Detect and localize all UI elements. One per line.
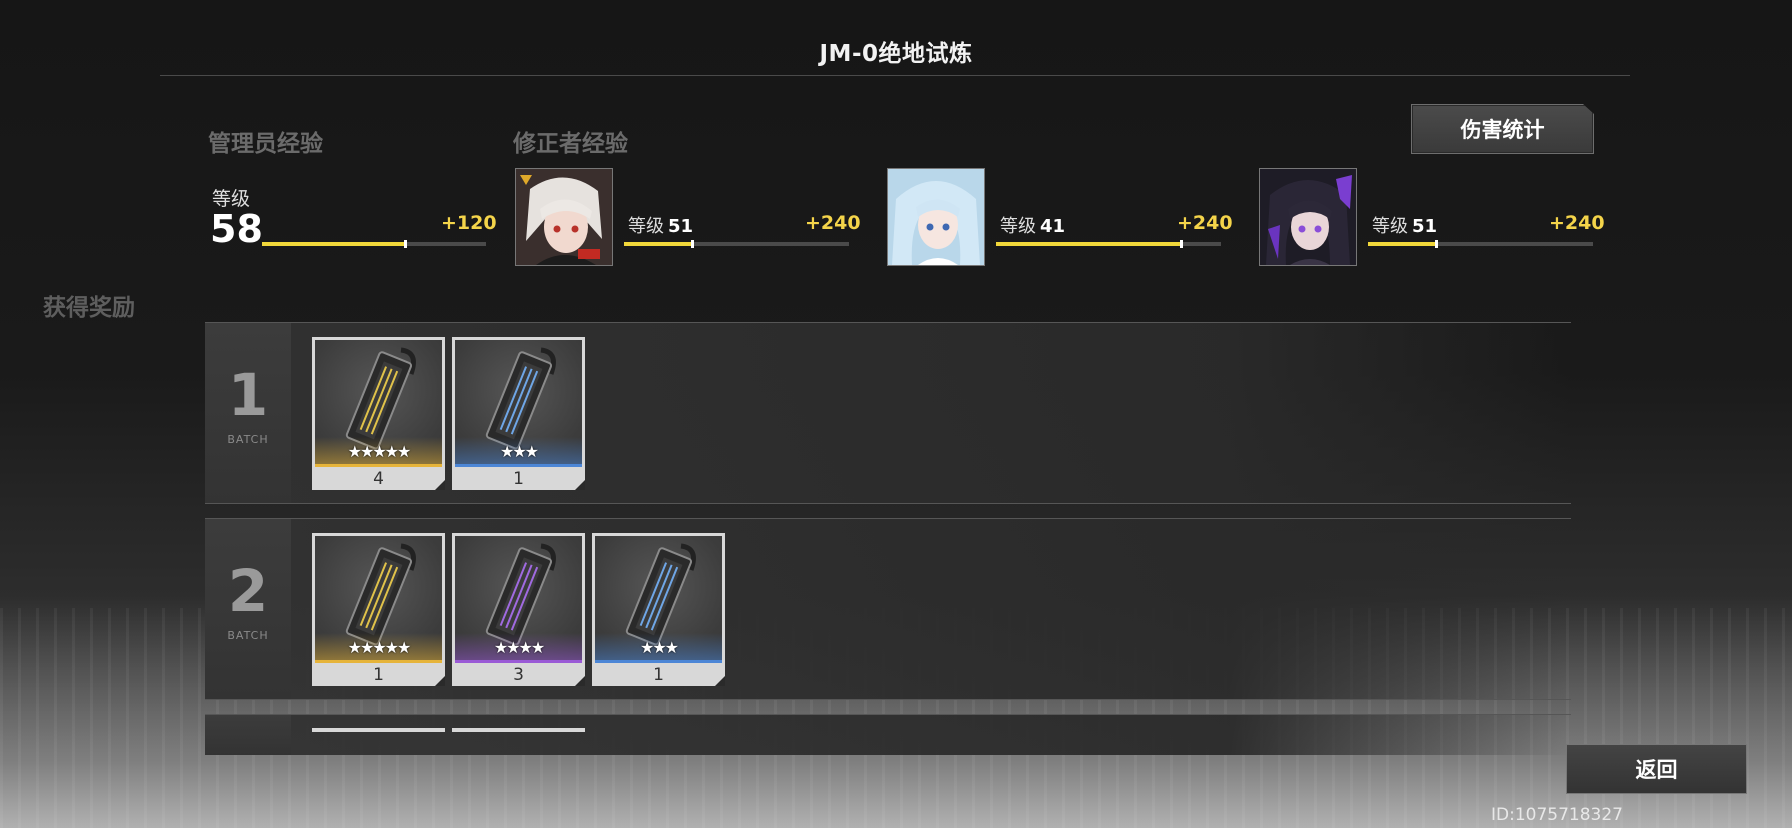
rarity-stars: ★★★ [639, 638, 679, 657]
card-corner [575, 676, 585, 686]
batch-number-1: 1 [227, 361, 269, 429]
admin-level-value: 58 [210, 207, 263, 251]
header-divider [160, 75, 1630, 76]
item-count: 1 [513, 469, 524, 489]
character-2-art [888, 169, 984, 265]
modifier-exp-label: 修正者经验 [513, 131, 628, 157]
damage-stats-button[interactable]: 伤害统计 [1411, 104, 1594, 154]
batch-tag-2: 2 BATCH [205, 519, 291, 699]
card-corner [435, 676, 445, 686]
character-2-level: 等级 41 [1000, 212, 1065, 238]
character-3-exp-bar-fill [1368, 240, 1437, 248]
character-3-exp-gain: +240 [1549, 212, 1605, 234]
character-1-exp-bar-fill [624, 240, 693, 248]
character-2-exp-bar-fill [996, 240, 1182, 248]
rarity-line [315, 660, 442, 663]
card-corner [715, 676, 725, 686]
reward-item-1-1[interactable]: ★★★★★ 4 [312, 337, 445, 490]
character-1-level-label: 等级 [628, 216, 664, 237]
item-frame: ★★★ [595, 536, 722, 663]
rarity-line [315, 464, 442, 467]
character-2-exp-gain: +240 [1177, 212, 1233, 234]
rarity-line [595, 660, 722, 663]
admin-exp-bar-fill [262, 240, 408, 248]
reward-item-1-2[interactable]: ★★★ 1 [452, 337, 585, 490]
character-3-level: 等级 51 [1372, 212, 1437, 238]
character-2-exp-bar [996, 240, 1221, 248]
reward-item-2-2[interactable]: ★★★★ 3 [452, 533, 585, 686]
batch-number-2: 2 [227, 557, 269, 625]
rarity-line [455, 464, 582, 467]
batch-word-1: BATCH [227, 433, 269, 446]
admin-exp-gain: +120 [441, 212, 497, 234]
player-id: ID:1075718327 [1491, 805, 1623, 825]
character-3-exp-bar [1368, 240, 1593, 248]
batch-tag-1: 1 BATCH [205, 323, 291, 503]
character-3-level-label: 等级 [1372, 216, 1408, 237]
back-button[interactable]: 返回 [1566, 744, 1747, 794]
character-1-exp-bar [624, 240, 849, 248]
character-1-exp-gain: +240 [805, 212, 861, 234]
rarity-stars: ★★★★ [493, 638, 545, 657]
rewards-label: 获得奖励 [43, 295, 135, 321]
page-title: JM-0绝地试炼 [819, 41, 973, 67]
item-count: 4 [373, 469, 384, 489]
character-portrait-2[interactable] [887, 168, 985, 266]
item-frame: ★★★★★ [315, 340, 442, 467]
admin-exp-label: 管理员经验 [208, 131, 323, 157]
card-corner [435, 480, 445, 490]
character-1-level-value: 51 [668, 216, 694, 237]
batch-tag-3 [205, 715, 291, 755]
reward-item-3-1-partial [312, 728, 445, 732]
character-portrait-3[interactable] [1259, 168, 1357, 266]
character-2-level-label: 等级 [1000, 216, 1036, 237]
item-count: 3 [513, 665, 524, 685]
character-1-art [516, 169, 612, 265]
reward-item-2-1[interactable]: ★★★★★ 1 [312, 533, 445, 686]
item-frame: ★★★★★ [315, 536, 442, 663]
rarity-stars: ★★★★★ [347, 442, 412, 461]
character-portrait-1[interactable] [515, 168, 613, 266]
reward-item-3-2-partial [452, 728, 585, 732]
card-corner [575, 480, 585, 490]
character-2-level-value: 41 [1040, 216, 1066, 237]
character-3-level-value: 51 [1412, 216, 1438, 237]
item-frame: ★★★★ [455, 536, 582, 663]
rarity-stars: ★★★★★ [347, 638, 412, 657]
rarity-line [455, 660, 582, 663]
character-3-art [1260, 169, 1356, 265]
batch-word-2: BATCH [227, 629, 269, 642]
rarity-stars: ★★★ [499, 442, 539, 461]
reward-item-2-3[interactable]: ★★★ 1 [592, 533, 725, 686]
item-frame: ★★★ [455, 340, 582, 467]
batch-row-3-partial [205, 714, 1571, 755]
item-count: 1 [653, 665, 664, 685]
character-1-level: 等级 51 [628, 212, 693, 238]
admin-exp-bar [262, 240, 486, 248]
item-count: 1 [373, 665, 384, 685]
